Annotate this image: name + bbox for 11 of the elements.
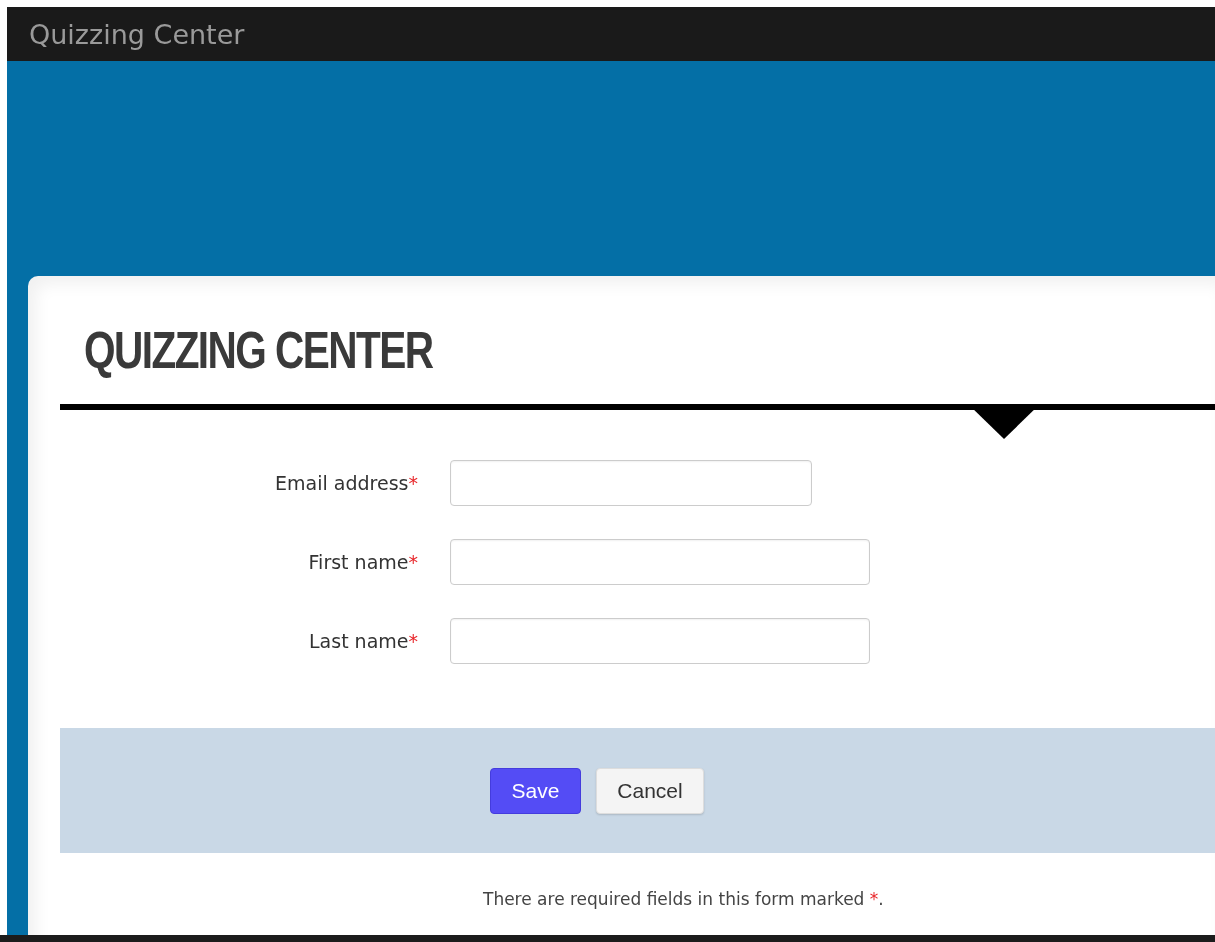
field-label: First name* [307, 551, 419, 573]
page-heading: QUIZZING CENTER [84, 320, 434, 381]
cancel-button[interactable]: Cancel [596, 767, 704, 814]
input-field[interactable] [450, 618, 870, 664]
required-note: There are required fields in this form marked *. [483, 889, 885, 909]
field-label: Email address* [274, 472, 419, 494]
site-title[interactable]: Quizzing Center [29, 18, 245, 50]
input-field[interactable] [450, 539, 870, 585]
input-field[interactable] [450, 460, 812, 506]
field-label: Last name* [308, 630, 419, 652]
save-button[interactable]: Save [490, 767, 581, 814]
